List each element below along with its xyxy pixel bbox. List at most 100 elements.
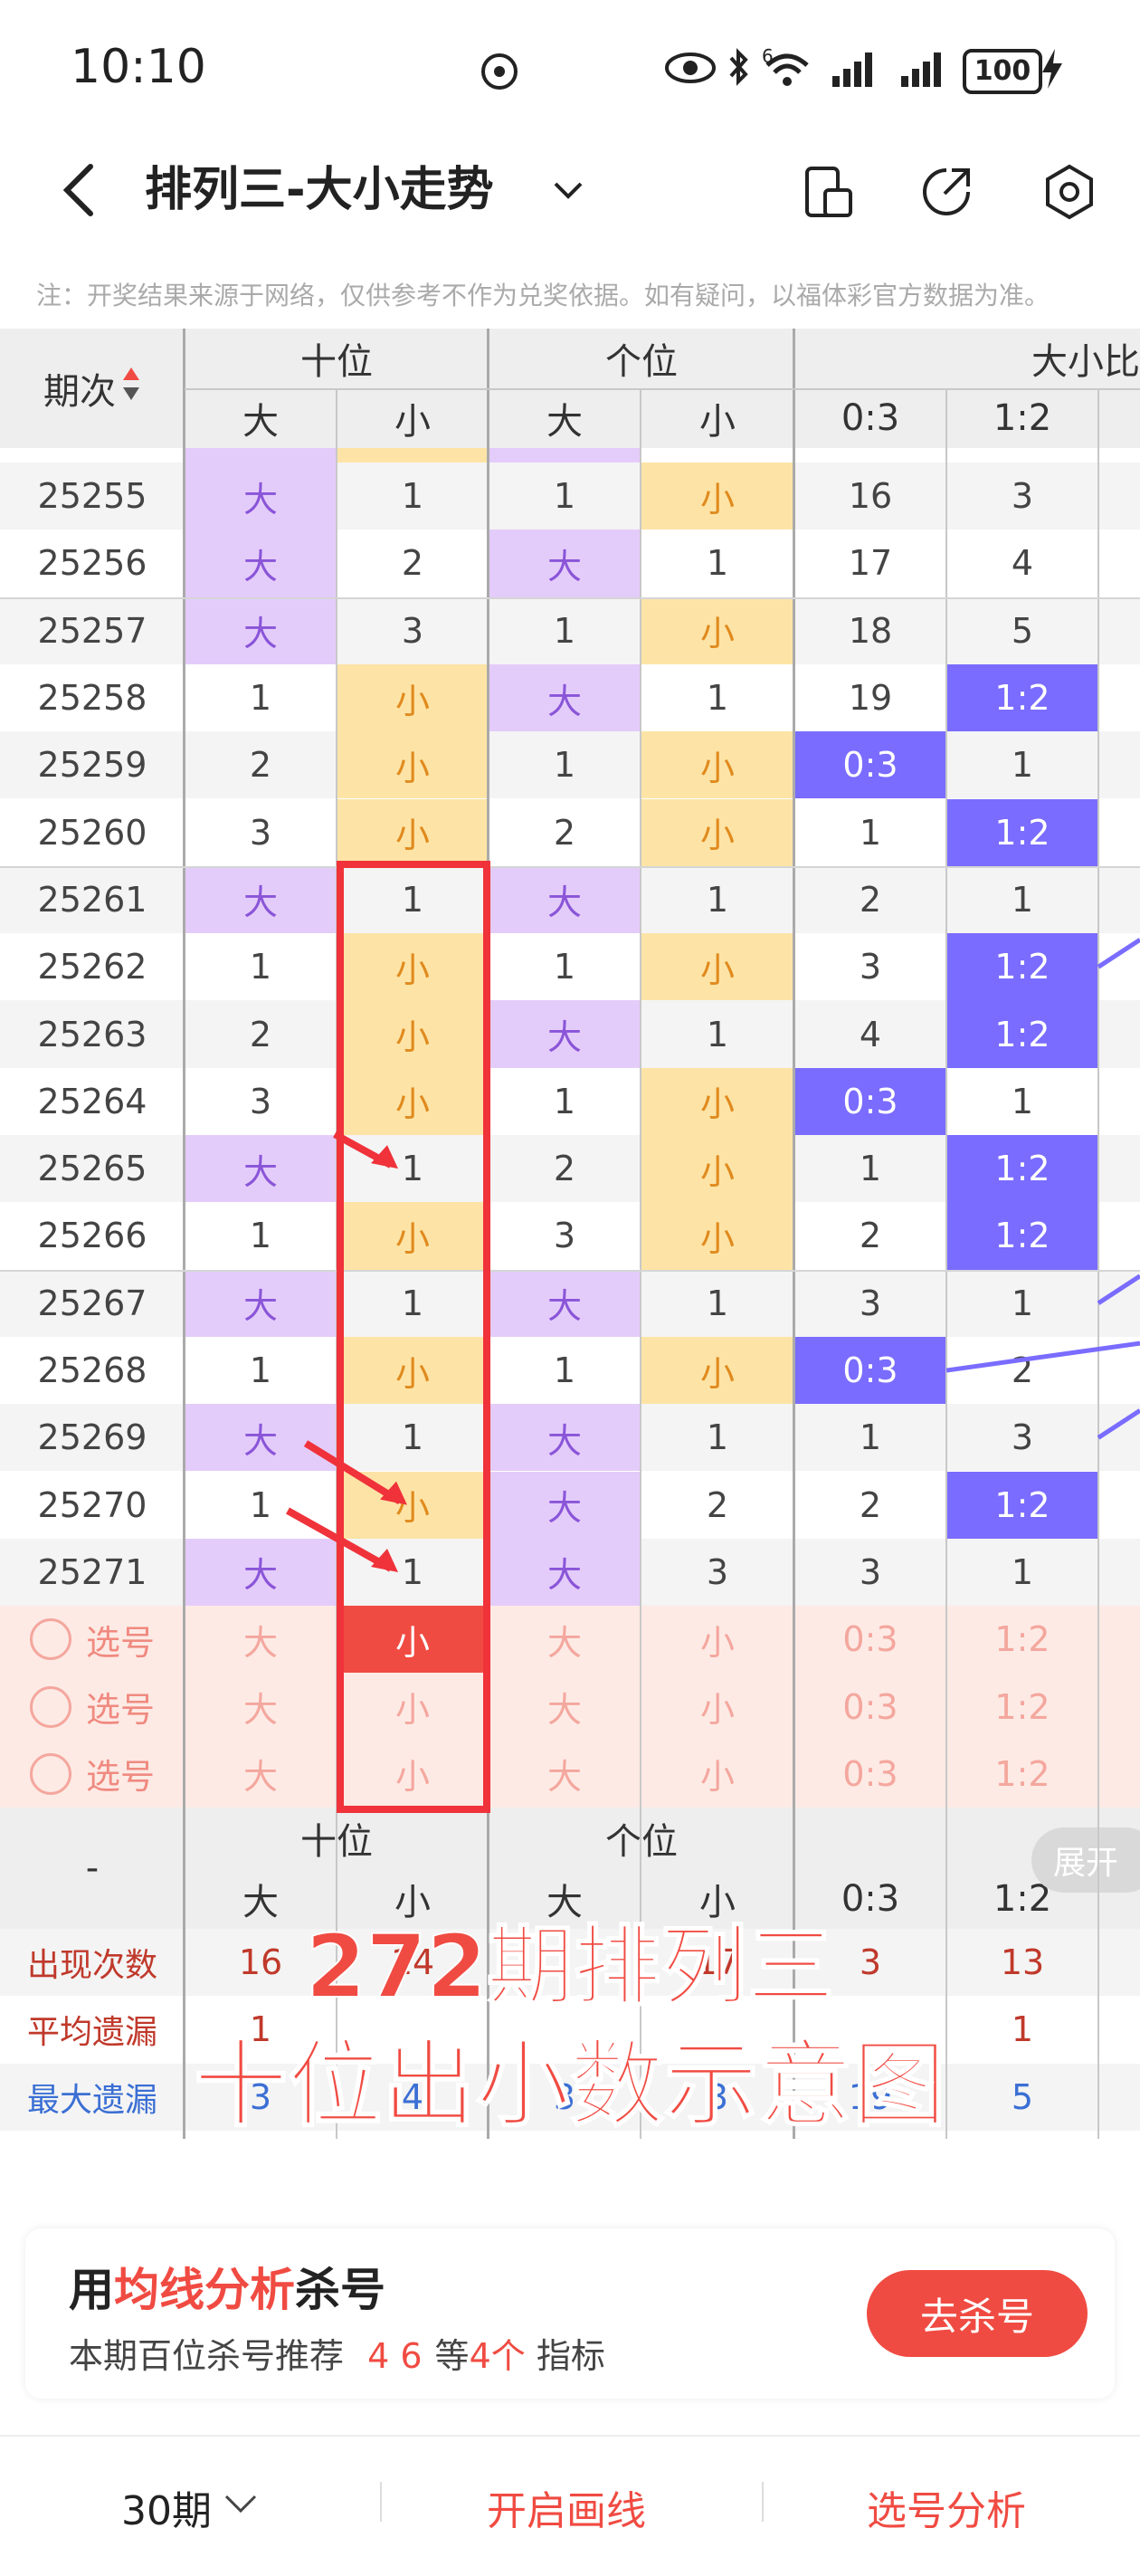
promo-sub-suffix: 指标 xyxy=(536,2336,605,2376)
trend-table[interactable]: 期次 十位 个位 大小比大小大小 0:3 1:2 25255 大 1 1 小 16 3 25256 大 2 大 1… xyxy=(0,329,1140,2139)
trend-cell: 16 xyxy=(848,476,893,517)
grid-line xyxy=(1097,388,1099,2139)
trend-cell: 大 xyxy=(185,1538,337,1607)
share-icon[interactable] xyxy=(919,165,974,219)
trend-cell: 2 xyxy=(249,1014,272,1054)
bluetooth-icon xyxy=(729,48,748,86)
trend-cell: 大 xyxy=(489,1538,641,1607)
pick-cell[interactable]: 大 xyxy=(489,1741,641,1808)
pick-cell[interactable]: 大 xyxy=(185,1606,337,1673)
chevron-down-icon[interactable] xyxy=(550,177,586,204)
trend-cell: 0:3 xyxy=(794,1336,946,1405)
promo-sub-nums: 4 6 xyxy=(367,2336,423,2376)
disclaimer-text: 注：开奖结果来源于网络，仅供参考不作为兑奖依据。如有疑问，以福体彩官方数据为准。 xyxy=(36,281,1050,310)
footer-group-2: 个位 xyxy=(605,1820,678,1863)
trend-cell: 1 xyxy=(1011,745,1034,786)
pick-cell[interactable]: 0:3 xyxy=(794,1606,946,1673)
trend-cell: 2 xyxy=(1011,1350,1034,1391)
period-selector[interactable]: 30期 xyxy=(121,2478,212,2536)
pick-cell[interactable]: 0:3 xyxy=(794,1673,946,1740)
pick-cell[interactable]: 小 xyxy=(641,1741,794,1808)
trend-cell: 1:2 xyxy=(946,1202,1098,1270)
page-title[interactable]: 排列三-大小走势 xyxy=(145,154,494,226)
trend-cell: 大 xyxy=(185,596,337,664)
grid-line xyxy=(640,388,641,2139)
trend-cell: 1 xyxy=(859,812,882,853)
trend-cell: 1 xyxy=(706,879,729,920)
promo-sub-mid: 等 xyxy=(434,2336,470,2376)
trend-cell: 大 xyxy=(185,530,337,597)
promo-card[interactable]: 用均线分析杀号 本期百位杀号推荐 4 6 等4个 指标 去杀号 xyxy=(25,2228,1115,2399)
pick-row-label[interactable]: 选号 xyxy=(0,1606,185,1673)
sort-icon[interactable] xyxy=(116,366,141,411)
grid-line xyxy=(185,388,1140,390)
back-icon[interactable] xyxy=(54,154,109,226)
pick-cell[interactable]: 小 xyxy=(641,1606,794,1673)
radio-circle-icon[interactable] xyxy=(29,1752,71,1795)
promo-title-highlight: 均线分析 xyxy=(114,2264,295,2316)
trend-cell: 大 xyxy=(489,1000,641,1068)
trend-cell: 17 xyxy=(848,543,893,584)
trend-cell: 大 xyxy=(185,1269,337,1337)
trend-cell: 大 xyxy=(185,1404,337,1472)
network-badge: 6 xyxy=(762,45,774,67)
radio-circle-icon[interactable] xyxy=(29,1685,71,1728)
chevron-down-icon[interactable] xyxy=(223,2493,259,2516)
pick-row-label[interactable]: 选号 xyxy=(0,1741,185,1808)
pick-analysis-button[interactable]: 选号分析 xyxy=(867,2478,1026,2536)
draw-line-button[interactable]: 开启画线 xyxy=(487,2478,646,2536)
pick-cell[interactable]: 大 xyxy=(185,1673,337,1740)
trend-cell: 1 xyxy=(249,1216,272,1256)
pick-cell[interactable]: 大 xyxy=(185,1741,337,1808)
pick-cell[interactable]: 1:2 xyxy=(946,1606,1098,1673)
column-subheader-1: 大 xyxy=(242,401,279,443)
pick-cell[interactable]: 大 xyxy=(489,1673,641,1740)
trend-cell: 0:3 xyxy=(794,1067,946,1135)
period-cell: 25262 xyxy=(37,947,147,987)
trend-cell: 1 xyxy=(553,947,576,987)
trend-cell: 4 xyxy=(859,1014,882,1054)
trend-cell: 1 xyxy=(249,678,272,719)
settings-icon[interactable] xyxy=(1042,163,1097,221)
cut-cell xyxy=(489,448,641,463)
pick-row-label[interactable]: 选号 xyxy=(0,1673,185,1740)
highlight-box xyxy=(337,860,490,1813)
pick-cell[interactable]: 大 xyxy=(489,1606,641,1673)
period-header[interactable]: 期次 xyxy=(0,329,185,448)
trend-cell: 1:2 xyxy=(946,663,1098,732)
pick-label: 选号 xyxy=(85,1757,155,1798)
pick-label: 选号 xyxy=(85,1622,155,1663)
trend-cell: 小 xyxy=(337,731,489,799)
group-separator xyxy=(0,865,1140,868)
trend-cell: 3 xyxy=(706,1551,729,1592)
trend-cell: 1 xyxy=(859,1417,882,1458)
pick-label: 选号 xyxy=(85,1690,155,1731)
pick-cell[interactable]: 0:3 xyxy=(794,1741,946,1808)
period-cell: 25265 xyxy=(37,1149,147,1189)
promo-sub-prefix: 本期百位杀号推荐 xyxy=(69,2336,345,2376)
trend-cell: 1 xyxy=(706,543,729,584)
trend-cell: 2 xyxy=(401,543,424,584)
bottom-bar: 30期 开启画线 选号分析 xyxy=(0,2435,1140,2576)
pick-cell[interactable]: 小 xyxy=(641,1673,794,1740)
column-subheader-6: 1:2 xyxy=(993,397,1052,439)
expand-button[interactable]: 展开 xyxy=(1031,1827,1140,1893)
trend-cell: 1 xyxy=(706,678,729,719)
promo-subtitle: 本期百位杀号推荐 4 6 等4个 指标 xyxy=(69,2328,605,2378)
trend-cell: 0:3 xyxy=(794,731,946,799)
kill-number-button[interactable]: 去杀号 xyxy=(867,2270,1088,2357)
radio-circle-icon[interactable] xyxy=(29,1618,71,1661)
trend-cell: 大 xyxy=(489,865,641,934)
phone-rotate-icon[interactable] xyxy=(803,165,854,219)
trend-cell: 1:2 xyxy=(946,1000,1098,1068)
trend-cell: 小 xyxy=(641,1135,794,1203)
trend-cell: 1:2 xyxy=(946,1471,1098,1539)
column-subheader-4: 小 xyxy=(699,401,736,443)
pick-cell[interactable]: 1:2 xyxy=(946,1673,1098,1740)
battery-icon: 100 xyxy=(963,49,1042,94)
trend-cell: 1 xyxy=(1011,1283,1034,1323)
trend-cell: 3 xyxy=(1011,476,1034,517)
trend-cell: 3 xyxy=(249,812,272,853)
pick-cell[interactable]: 1:2 xyxy=(946,1741,1098,1808)
trend-cell: 1 xyxy=(249,1484,272,1525)
